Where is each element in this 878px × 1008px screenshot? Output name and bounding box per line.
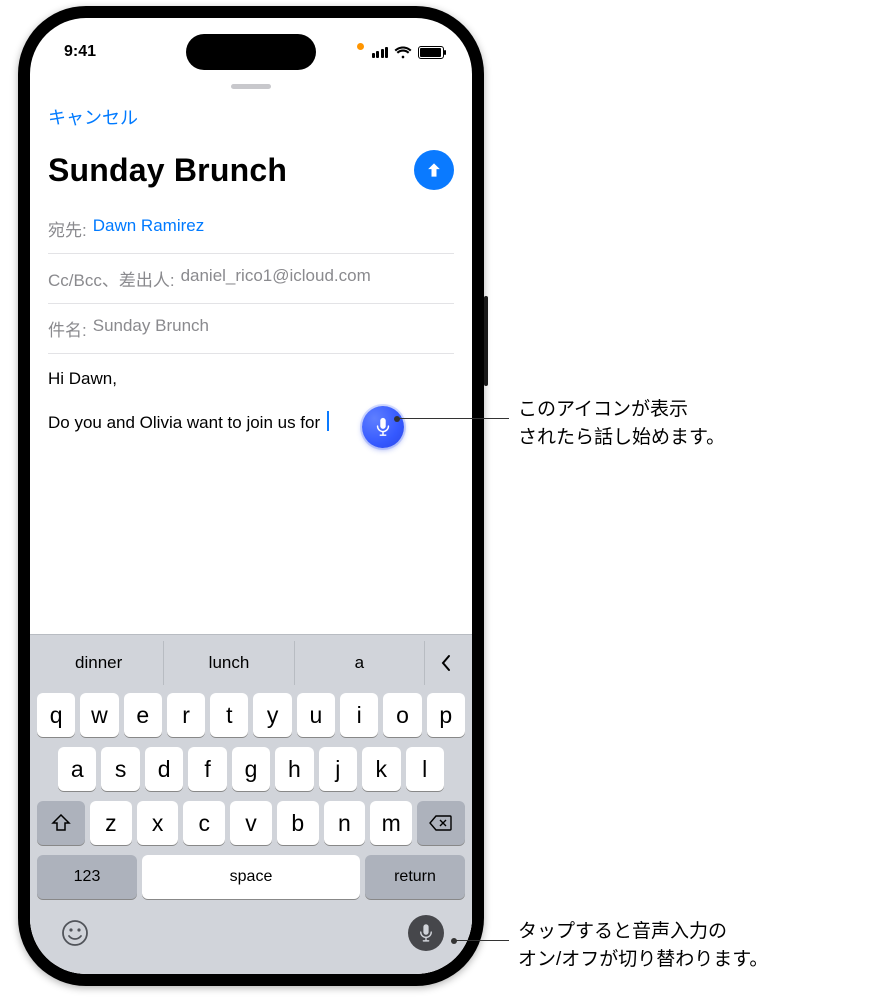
key-f[interactable]: f <box>188 747 226 791</box>
key-g[interactable]: g <box>232 747 270 791</box>
key-row-3: z x c v b n m <box>34 801 468 845</box>
callout-line-1 <box>397 418 509 419</box>
body-line-2: Do you and Olivia want to join us for <box>48 413 325 432</box>
callout-dictation-bubble: このアイコンが表示 されたら話し始めます。 <box>518 396 725 451</box>
key-h[interactable]: h <box>275 747 313 791</box>
to-value: Dawn Ramirez <box>93 216 204 241</box>
dictation-toggle-button[interactable] <box>408 915 444 951</box>
key-v[interactable]: v <box>230 801 272 845</box>
key-e[interactable]: e <box>124 693 162 737</box>
key-t[interactable]: t <box>210 693 248 737</box>
to-field[interactable]: 宛先: Dawn Ramirez <box>48 204 454 254</box>
key-a[interactable]: a <box>58 747 96 791</box>
key-x[interactable]: x <box>137 801 179 845</box>
cancel-button[interactable]: キャンセル <box>48 104 138 130</box>
key-y[interactable]: y <box>253 693 291 737</box>
screen: 9:41 キャンセル Sunday Brunch 宛先: Dawn Ramire… <box>30 18 472 974</box>
microphone-icon <box>419 923 433 943</box>
key-row-1: q w e r t y u i o p <box>34 693 468 737</box>
return-key[interactable]: return <box>365 855 465 899</box>
space-key[interactable]: space <box>142 855 360 899</box>
phone-bezel: 9:41 キャンセル Sunday Brunch 宛先: Dawn Ramire… <box>18 6 484 986</box>
key-u[interactable]: u <box>297 693 335 737</box>
ccbcc-label: Cc/Bcc、差出人: <box>48 266 175 291</box>
callout-line-2 <box>454 940 509 941</box>
suggestion-collapse[interactable] <box>424 641 468 685</box>
key-row-4: 123 space return <box>34 855 468 899</box>
battery-icon <box>418 46 444 59</box>
key-z[interactable]: z <box>90 801 132 845</box>
key-m[interactable]: m <box>370 801 412 845</box>
key-l[interactable]: l <box>406 747 444 791</box>
key-k[interactable]: k <box>362 747 400 791</box>
key-i[interactable]: i <box>340 693 378 737</box>
arrow-up-icon <box>424 160 444 180</box>
to-label: 宛先: <box>48 216 87 241</box>
shift-icon <box>51 814 71 832</box>
keyboard: dinner lunch a q w e r t y u i o <box>30 634 472 974</box>
suggestion-2[interactable]: lunch <box>163 641 293 685</box>
ccbcc-field[interactable]: Cc/Bcc、差出人: daniel_rico1@icloud.com <box>48 254 454 304</box>
key-n[interactable]: n <box>324 801 366 845</box>
text-cursor <box>327 411 329 431</box>
emoji-button[interactable] <box>58 916 92 950</box>
title-row: Sunday Brunch <box>48 150 454 190</box>
ccbcc-value: daniel_rico1@icloud.com <box>181 266 371 291</box>
status-time: 9:41 <box>64 43 96 61</box>
key-q[interactable]: q <box>37 693 75 737</box>
suggestion-row: dinner lunch a <box>34 641 468 685</box>
body-line-1: Hi Dawn, <box>48 368 454 391</box>
mic-indicator-dot <box>357 43 364 50</box>
sheet-grabber[interactable] <box>231 84 271 89</box>
suggestion-1[interactable]: dinner <box>34 641 163 685</box>
subject-label: 件名: <box>48 316 87 341</box>
keyboard-bottom-row <box>34 909 468 951</box>
chevron-left-icon <box>440 654 452 672</box>
key-c[interactable]: c <box>183 801 225 845</box>
key-j[interactable]: j <box>319 747 357 791</box>
key-d[interactable]: d <box>145 747 183 791</box>
status-right <box>357 43 445 62</box>
backspace-icon <box>429 814 453 832</box>
dictation-active-bubble[interactable] <box>362 406 404 448</box>
backspace-key[interactable] <box>417 801 465 845</box>
notch <box>186 34 316 70</box>
key-r[interactable]: r <box>167 693 205 737</box>
wifi-icon <box>394 46 412 59</box>
compose-title: Sunday Brunch <box>48 152 287 189</box>
shift-key[interactable] <box>37 801 85 845</box>
key-b[interactable]: b <box>277 801 319 845</box>
suggestion-3[interactable]: a <box>294 641 424 685</box>
subject-value: Sunday Brunch <box>93 316 209 341</box>
key-w[interactable]: w <box>80 693 118 737</box>
key-s[interactable]: s <box>101 747 139 791</box>
key-p[interactable]: p <box>427 693 465 737</box>
subject-field[interactable]: 件名: Sunday Brunch <box>48 304 454 354</box>
callout-mic-toggle: タップすると音声入力の オン/オフが切り替わります。 <box>518 918 768 973</box>
emoji-icon <box>61 919 89 947</box>
microphone-icon <box>375 417 391 437</box>
numbers-key[interactable]: 123 <box>37 855 137 899</box>
compose-sheet: キャンセル Sunday Brunch 宛先: Dawn Ramirez Cc/… <box>30 76 472 974</box>
cellular-icon <box>372 46 389 58</box>
key-o[interactable]: o <box>383 693 421 737</box>
send-button[interactable] <box>414 150 454 190</box>
key-row-2: a s d f g h j k l <box>34 747 468 791</box>
